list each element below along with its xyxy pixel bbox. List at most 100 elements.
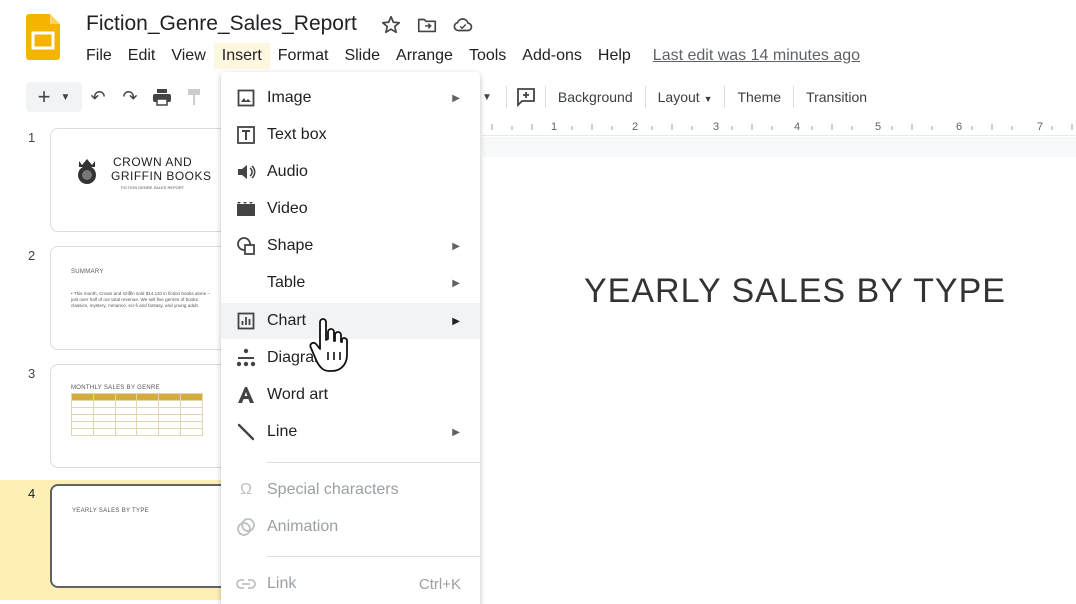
- hand-pointer-cursor-icon: [309, 318, 348, 372]
- menu-item-label: Shape: [267, 237, 314, 254]
- transition-button[interactable]: Transition: [802, 85, 871, 109]
- last-edit-link[interactable]: Last edit was 14 minutes ago: [653, 47, 860, 65]
- plus-icon: +: [37, 84, 51, 109]
- filmstrip-panel: 1 CROWN AND GRIFFIN BOOKS FICTION GENRE …: [0, 120, 230, 604]
- chevron-down-icon[interactable]: ▼: [60, 92, 70, 103]
- menu-slide[interactable]: Slide: [336, 43, 388, 69]
- menu-addons[interactable]: Add-ons: [514, 43, 590, 69]
- shape-icon: [235, 235, 257, 257]
- slide-4-heading: YEARLY SALES BY TYPE: [72, 508, 149, 514]
- menu-bar: File Edit View Insert Format Slide Arran…: [78, 42, 860, 70]
- diagram-icon: [235, 347, 257, 369]
- insert-image-item[interactable]: Image ▶: [221, 80, 480, 116]
- menu-file[interactable]: File: [78, 43, 120, 69]
- slide-canvas[interactable]: [482, 157, 1076, 604]
- theme-button[interactable]: Theme: [733, 85, 785, 109]
- undo-icon[interactable]: ↶: [82, 82, 114, 112]
- line-icon: [235, 421, 257, 443]
- cloud-saved-icon[interactable]: [452, 14, 474, 36]
- link-icon: [235, 573, 257, 595]
- toolbar-divider: [724, 86, 726, 108]
- animation-icon: [235, 516, 257, 538]
- menu-item-label: Link: [267, 575, 297, 592]
- insert-text-box-item[interactable]: Text box: [221, 117, 480, 153]
- slide-thumbnail-3[interactable]: MONTHLY SALES BY GENRE: [50, 364, 230, 468]
- move-to-folder-icon[interactable]: [416, 14, 438, 36]
- ruler-label: 7: [1037, 121, 1044, 133]
- ruler-label: 6: [956, 121, 963, 133]
- audio-icon: [235, 161, 257, 183]
- menu-separator: [267, 462, 480, 463]
- submenu-arrow-icon: ▶: [452, 240, 460, 252]
- menu-separator: [267, 556, 480, 557]
- background-button[interactable]: Background: [554, 85, 637, 109]
- menu-item-label: Line: [267, 423, 298, 440]
- ruler-label: 2: [632, 121, 639, 133]
- slide-number: 2: [28, 248, 36, 263]
- mini-sales-table: [71, 393, 203, 436]
- chart-icon: [235, 310, 257, 332]
- slide-title-text[interactable]: YEARLY SALES BY TYPE: [584, 272, 1006, 311]
- add-comment-icon[interactable]: [515, 86, 537, 108]
- menu-arrange[interactable]: Arrange: [388, 43, 461, 69]
- menu-help[interactable]: Help: [590, 43, 639, 69]
- menu-tools[interactable]: Tools: [461, 43, 514, 69]
- shortcut-label: Ctrl+K: [418, 575, 461, 593]
- insert-line-item[interactable]: Line ▶: [221, 414, 480, 450]
- horizontal-ruler[interactable]: 1 2 3 4 5 6 7: [482, 120, 1076, 136]
- menu-edit[interactable]: Edit: [120, 43, 164, 69]
- slide-thumbnail-4[interactable]: YEARLY SALES BY TYPE: [50, 484, 230, 588]
- print-icon[interactable]: [146, 82, 178, 112]
- menu-item-label: Animation: [267, 518, 339, 535]
- document-title[interactable]: Fiction_Genre_Sales_Report: [86, 12, 357, 36]
- menu-format[interactable]: Format: [270, 43, 337, 69]
- insert-animation-item[interactable]: Animation: [221, 509, 480, 545]
- toolbar-divider: [505, 86, 507, 108]
- menu-view[interactable]: View: [163, 43, 213, 69]
- insert-word-art-item[interactable]: Word art: [221, 377, 480, 413]
- menu-insert[interactable]: Insert: [213, 43, 270, 69]
- slide-1-title-line1: CROWN AND: [113, 155, 193, 169]
- slide-3-heading: MONTHLY SALES BY GENRE: [71, 385, 160, 391]
- menu-item-label: Audio: [267, 163, 308, 180]
- crown-griffin-crest-icon: [78, 159, 96, 184]
- layout-label: Layout: [657, 89, 700, 105]
- paint-format-icon[interactable]: [178, 82, 210, 112]
- slide-thumbnail-2[interactable]: SUMMARY • This month, Crown and Griffin …: [50, 246, 230, 350]
- submenu-arrow-icon: ▶: [452, 277, 460, 289]
- word-art-icon: [235, 384, 257, 406]
- slide-1-title-line2: GRIFFIN BOOKS: [111, 169, 212, 183]
- slide-thumbnail-1[interactable]: CROWN AND GRIFFIN BOOKS FICTION GENRE SA…: [50, 128, 230, 232]
- ruler-ticks: [491, 124, 1073, 130]
- slide-1-subtitle: FICTION GENRE SALES REPORT: [121, 185, 185, 190]
- menu-item-label: Text box: [267, 126, 327, 143]
- layout-button[interactable]: Layout ▼: [654, 85, 717, 109]
- menu-item-label: Image: [267, 89, 312, 106]
- chevron-down-icon[interactable]: ▼: [482, 92, 492, 103]
- menu-item-label: Special characters: [267, 481, 399, 498]
- ruler-label: 3: [713, 121, 720, 133]
- insert-table-item[interactable]: Table ▶: [221, 265, 480, 301]
- menu-item-label: Word art: [267, 386, 329, 403]
- ruler-label: 4: [794, 121, 801, 133]
- star-icon[interactable]: [380, 14, 402, 36]
- insert-shape-item[interactable]: Shape ▶: [221, 228, 480, 264]
- slide-2-body: • This month, Crown and Griffin sold $14…: [71, 291, 210, 308]
- insert-special-characters-item[interactable]: Ω Special characters: [221, 472, 480, 508]
- slides-logo-icon[interactable]: [26, 14, 60, 60]
- video-icon: [235, 198, 257, 220]
- new-slide-button[interactable]: + ▼: [26, 82, 82, 112]
- toolbar-divider: [644, 86, 646, 108]
- insert-chart-item[interactable]: Chart ▶: [221, 303, 480, 339]
- submenu-arrow-icon: ▶: [452, 315, 460, 327]
- insert-link-item[interactable]: Link Ctrl+K: [221, 566, 480, 602]
- omega-icon: Ω: [240, 481, 252, 498]
- insert-video-item[interactable]: Video: [221, 191, 480, 227]
- menu-item-label: Table: [267, 274, 306, 291]
- insert-diagram-item[interactable]: Diagram: [221, 340, 480, 376]
- chevron-down-icon: ▼: [703, 94, 713, 104]
- ruler-label: 1: [551, 121, 558, 133]
- redo-icon[interactable]: ↷: [114, 82, 146, 112]
- toolbar-divider: [544, 86, 546, 108]
- insert-audio-item[interactable]: Audio: [221, 154, 480, 190]
